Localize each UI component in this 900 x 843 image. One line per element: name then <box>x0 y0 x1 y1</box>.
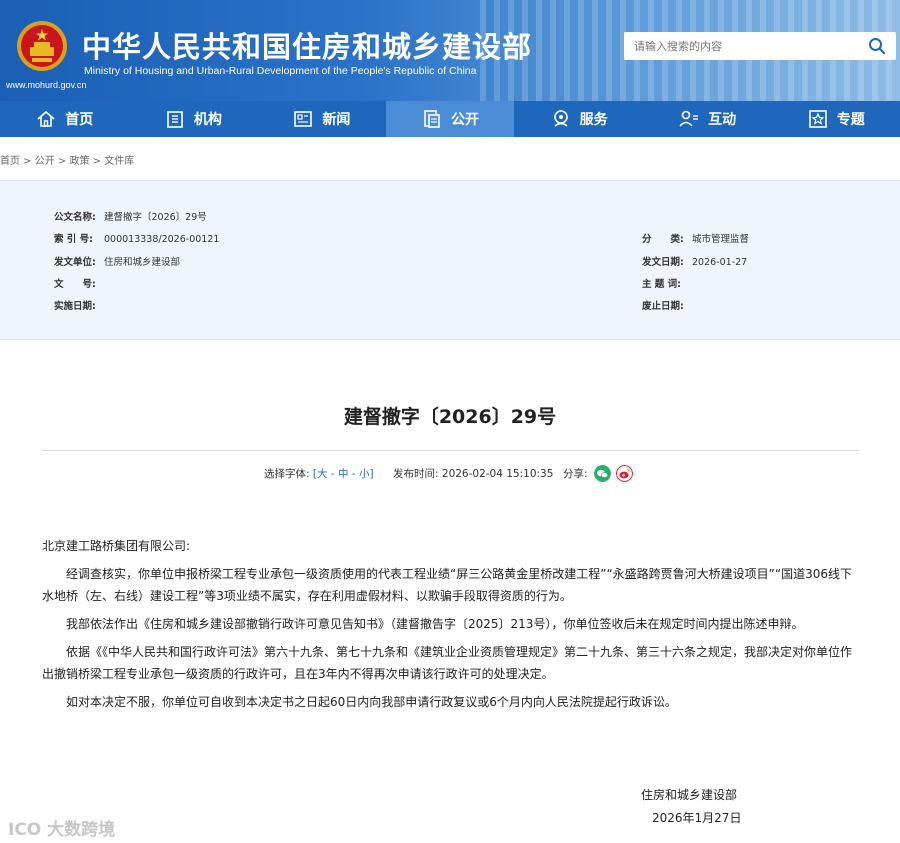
document-info-box: 公文名称: 建督撤字〔2026〕29号 索 引 号: 000013338/2026-… <box>0 180 900 340</box>
font-medium-link[interactable]: 中 <box>338 468 349 480</box>
font-label: 选择字体: <box>264 468 310 480</box>
nav-item-org[interactable]: 机构 <box>129 101 258 137</box>
info-key: 索 引 号: <box>54 234 93 245</box>
nav-item-news[interactable]: 新闻 <box>257 101 386 137</box>
sign-date: 2026年1月27日 <box>652 811 742 825</box>
site-header: www.mohurd.gov.cn 中华人民共和国住房和城乡建设部 Minist… <box>0 0 900 101</box>
info-effective-date: 实施日期: <box>54 298 104 312</box>
info-doc-name: 公文名称: 建督撤字〔2026〕29号 <box>54 209 207 223</box>
nav-item-service[interactable]: 服务 <box>514 101 643 137</box>
font-large-link[interactable]: 大 <box>317 468 328 480</box>
publish-time: 发布时间: 2026-02-04 15:10:35 <box>393 466 553 481</box>
building-icon <box>167 111 183 128</box>
info-doc-number: 文 号: <box>54 276 104 290</box>
info-key: 文 号: <box>54 279 96 290</box>
info-key: 发文单位: <box>54 257 96 268</box>
site-title-en: Ministry of Housing and Urban-Rural Deve… <box>84 65 477 77</box>
service-icon <box>553 110 568 127</box>
info-key: 公文名称: <box>54 212 96 223</box>
info-value: 000013338/2026-00121 <box>104 234 220 245</box>
info-value: 2026-01-27 <box>692 257 748 268</box>
interaction-icon <box>679 110 699 127</box>
font-sep: - <box>348 468 359 480</box>
info-abolish-date: 废止日期: <box>642 298 692 312</box>
info-issue-date: 发文日期: 2026-01-27 <box>642 254 747 268</box>
info-issuer: 发文单位: 住房和城乡建设部 <box>54 254 180 268</box>
nav-label-org: 机构 <box>193 112 222 128</box>
news-icon <box>294 111 313 127</box>
main-nav: 首页 机构 新闻 公开 服务 互动 专题 <box>0 101 900 137</box>
nav-label-service: 服务 <box>579 112 608 128</box>
paragraph-4: 如对本决定不服，你单位可自收到本决定书之日起60日内向我部申请行政复议或6个月内… <box>66 695 677 709</box>
nav-label-topics: 专题 <box>836 112 865 128</box>
document-icon <box>424 110 440 128</box>
nav-item-home[interactable]: 首页 <box>0 101 129 137</box>
search-icon[interactable] <box>868 37 886 55</box>
paragraph-3: 依据《《中华人民共和国行政许可法》第六十九条、第七十九条和《建筑业企业资质管理规… <box>42 645 853 681</box>
star-icon <box>808 110 827 128</box>
info-value: 建督撤字〔2026〕29号 <box>104 212 207 223</box>
nav-item-interact[interactable]: 互动 <box>643 101 772 137</box>
paragraph-1: 经调查核实，你单位申报桥梁工程专业承包一级资质使用的代表工程业绩“屏三公路黄金里… <box>42 567 852 603</box>
info-key: 废止日期: <box>642 301 684 312</box>
article-body: 北京建工路桥集团有限公司: 经调查核实，你单位申报桥梁工程专业承包一级资质使用的… <box>42 535 858 713</box>
info-key: 主 题 词: <box>642 279 681 290</box>
nav-label-interact: 互动 <box>708 112 737 128</box>
nav-item-topics[interactable]: 专题 <box>771 101 900 137</box>
publish-label: 发布时间: <box>393 468 439 480</box>
font-sep: - <box>327 468 338 480</box>
info-value: 城市管理监督 <box>692 234 750 245</box>
watermark-logo-icon: ICO <box>8 820 48 840</box>
salutation: 北京建工路桥集团有限公司: <box>42 539 191 553</box>
watermark: ICO 大数跨境 <box>8 815 115 840</box>
info-key: 发文日期: <box>642 257 684 268</box>
site-title-cn[interactable]: 中华人民共和国住房和城乡建设部 <box>82 24 532 66</box>
nav-label-public: 公开 <box>451 112 480 128</box>
breadcrumb[interactable]: 首页 > 公开 > 政策 > 文件库 <box>0 152 134 167</box>
font-bracket-close: ] <box>369 468 374 480</box>
font-small-link[interactable]: 小 <box>359 468 370 480</box>
signer: 住房和城乡建设部 <box>641 788 738 802</box>
info-index: 索 引 号: 000013338/2026-00121 <box>54 231 219 245</box>
weibo-share-icon[interactable] <box>616 465 633 482</box>
nav-label-news: 新闻 <box>322 112 351 128</box>
info-value: 住房和城乡建设部 <box>104 257 181 268</box>
publish-time-value: 2026-02-04 15:10:35 <box>441 468 554 480</box>
site-url[interactable]: www.mohurd.gov.cn <box>6 80 86 90</box>
title-divider <box>42 450 858 451</box>
info-key: 实施日期: <box>54 301 96 312</box>
search-box <box>624 32 896 60</box>
home-icon <box>37 110 55 127</box>
nav-item-public[interactable]: 公开 <box>385 101 515 137</box>
search-input[interactable] <box>624 32 854 60</box>
info-subject: 主 题 词: <box>642 276 692 290</box>
paragraph-2: 我部依法作出《住房和城乡建设部撤销行政许可意见告知书》（建督撤告字〔2025〕2… <box>66 617 804 631</box>
article-title: 建督撤字〔2026〕29号 <box>343 406 557 428</box>
nav-label-home: 首页 <box>65 112 94 128</box>
watermark-text: 大数跨境 <box>47 820 116 840</box>
font-size-selector: 选择字体: [大 - 中 - 小] <box>264 466 374 481</box>
wechat-share-icon[interactable] <box>594 465 611 482</box>
info-key: 分 类: <box>642 234 684 245</box>
share-label: 分享: <box>563 468 588 480</box>
info-category: 分 类: 城市管理监督 <box>642 231 749 245</box>
national-emblem-icon[interactable] <box>16 20 68 72</box>
